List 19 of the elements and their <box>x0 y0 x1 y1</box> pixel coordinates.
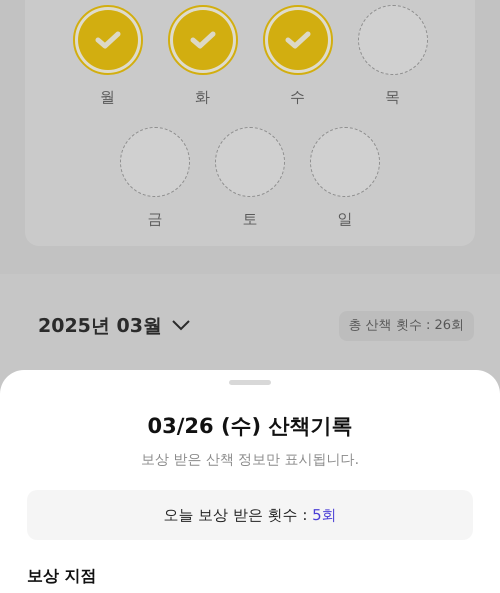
day-label: 토 <box>242 209 258 229</box>
reward-count-value: 5회 <box>312 504 337 526</box>
sheet-title: 03/26 (수) 산책기록 <box>148 413 352 440</box>
check-icon <box>284 30 310 50</box>
day-label: 일 <box>338 209 352 229</box>
chevron-down-icon <box>172 320 190 332</box>
day-label: 금 <box>148 209 162 229</box>
day-label: 수 <box>290 87 305 107</box>
section-title: 보상 지점 <box>27 565 97 587</box>
drag-handle[interactable] <box>229 380 271 385</box>
month-selector[interactable]: 2025년 03월 <box>38 312 190 340</box>
day-label: 목 <box>385 87 400 107</box>
check-icon <box>94 30 120 50</box>
day-label: 화 <box>195 87 210 107</box>
check-icon <box>190 30 216 50</box>
sheet-subtitle: 보상 받은 산책 정보만 표시됩니다. <box>140 451 360 470</box>
reward-count-label: 오늘 보상 받은 횟수 : <box>163 504 308 526</box>
day-label: 월 <box>100 87 115 107</box>
total-walk-count: 총 산책 횟수 : 26회 <box>338 311 474 340</box>
